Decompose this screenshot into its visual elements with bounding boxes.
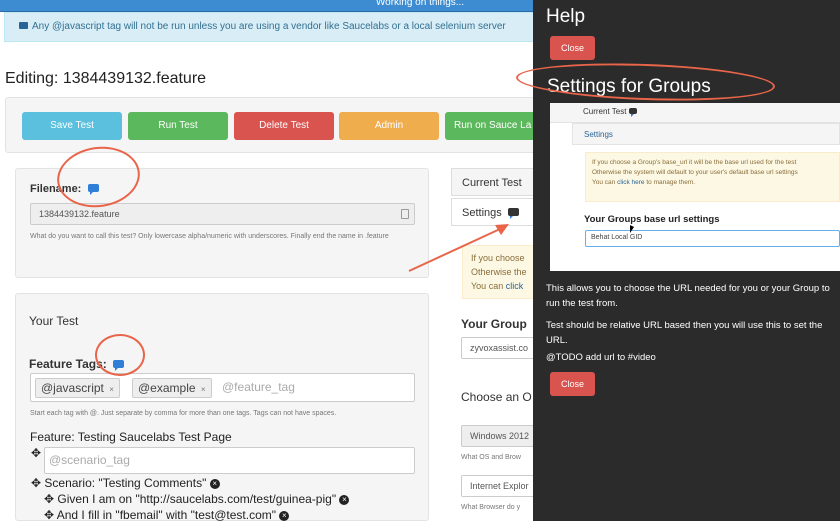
shot-settings-tab: Settings <box>572 123 840 145</box>
filename-input-value: 1384439132.feature <box>39 209 120 219</box>
shot-warning-line: You can click here to manage them. <box>592 178 833 188</box>
annotation-ring <box>95 334 145 376</box>
remove-circle-icon[interactable]: × <box>279 511 290 521</box>
tag-chip[interactable]: @example × <box>132 378 212 398</box>
step-line: ✥ And I fill in "fbemail" with "test@tes… <box>44 508 290 521</box>
shot-current-test-label: Current Test <box>583 107 627 116</box>
remove-tag-icon[interactable]: × <box>109 385 114 394</box>
feature-line: Feature: Testing Saucelabs Test Page <box>30 430 232 444</box>
your-test-heading: Your Test <box>29 314 79 328</box>
shot-base-url-select: Behat Local GID <box>585 230 840 247</box>
shot-warning-text: You can <box>592 179 618 186</box>
tag-placeholder: @feature_tag <box>222 380 295 394</box>
shot-base-url-heading: Your Groups base url settings <box>584 214 720 225</box>
close-button[interactable]: Close <box>550 36 595 60</box>
help-title: Help <box>546 6 586 27</box>
warning-text: You can <box>471 281 506 291</box>
remove-circle-icon[interactable]: × <box>339 495 350 505</box>
tags-help: Start each tag with @. Just separate by … <box>30 410 337 417</box>
choose-os-label: Choose an O <box>461 390 532 404</box>
move-icon[interactable]: ✥ <box>44 508 54 521</box>
move-icon[interactable]: ✥ <box>31 476 41 490</box>
tag-chip-text: @javascript <box>41 381 104 395</box>
shot-warning: If you choose a Group's base_url it will… <box>585 152 840 202</box>
tag-chip[interactable]: @javascript × <box>35 378 120 398</box>
scenario-tag-input[interactable]: @scenario_tag <box>44 447 415 474</box>
admin-button[interactable]: Admin <box>339 112 439 140</box>
feature-tags-input[interactable]: @javascript × @example × @feature_tag <box>30 373 415 402</box>
remove-circle-icon[interactable]: × <box>209 479 220 489</box>
close-button[interactable]: Close <box>550 372 595 396</box>
help-paragraph: Test should be relative URL based then y… <box>546 320 823 346</box>
info-alert: Any @javascript tag will not be run unle… <box>4 12 544 42</box>
step-line: ✥ Given I am on "http://saucelabs.com/te… <box>44 492 350 506</box>
browser-help: What Browser do y <box>461 504 521 511</box>
shot-warning-text: to manage them. <box>644 179 696 186</box>
arrow-icon <box>408 224 509 272</box>
help-paragraph: @TODO add url to #video <box>546 352 656 363</box>
help-screenshot: Current Test Settings If you choose a Gr… <box>550 103 840 271</box>
save-test-button[interactable]: Save Test <box>22 112 122 140</box>
tab-current-test-label: Current Test <box>462 177 522 189</box>
manage-link[interactable]: click <box>506 281 524 291</box>
scenario-line: ✥ Scenario: "Testing Comments" × <box>31 476 220 490</box>
shot-warning-line: If you choose a Group's base_url it will… <box>592 159 797 166</box>
comment-icon <box>19 22 28 29</box>
cursor-icon <box>630 225 634 233</box>
comment-icon <box>628 108 637 117</box>
os-help: What OS and Brow <box>461 454 521 461</box>
tag-chip-text: @example <box>138 381 196 395</box>
remove-tag-icon[interactable]: × <box>201 385 206 394</box>
shot-current-test: Current Test <box>550 103 840 123</box>
step-text: And I fill in "fbemail" with "test@test.… <box>56 508 277 521</box>
step-text: Given I am on "http://saucelabs.com/test… <box>57 492 337 506</box>
help-paragraph: This allows you to choose the URL needed… <box>546 283 830 309</box>
run-on-sauce-button[interactable]: Run on Sauce La <box>445 112 545 140</box>
shot-warning-line: Otherwise the system will default to you… <box>592 169 798 176</box>
run-test-button[interactable]: Run Test <box>128 112 228 140</box>
move-icon[interactable]: ✥ <box>31 446 41 460</box>
info-alert-text: Any @javascript tag will not be run unle… <box>32 21 506 32</box>
delete-test-button[interactable]: Delete Test <box>234 112 334 140</box>
filename-help: What do you want to call this test? Only… <box>30 233 389 240</box>
shot-manage-link: click here <box>617 179 645 186</box>
move-icon[interactable]: ✥ <box>44 492 54 506</box>
your-group-label: Your Group <box>461 317 527 331</box>
scenario-line-text: Scenario: "Testing Comments" <box>44 476 207 490</box>
page-title: Editing: 1384439132.feature <box>5 70 207 87</box>
